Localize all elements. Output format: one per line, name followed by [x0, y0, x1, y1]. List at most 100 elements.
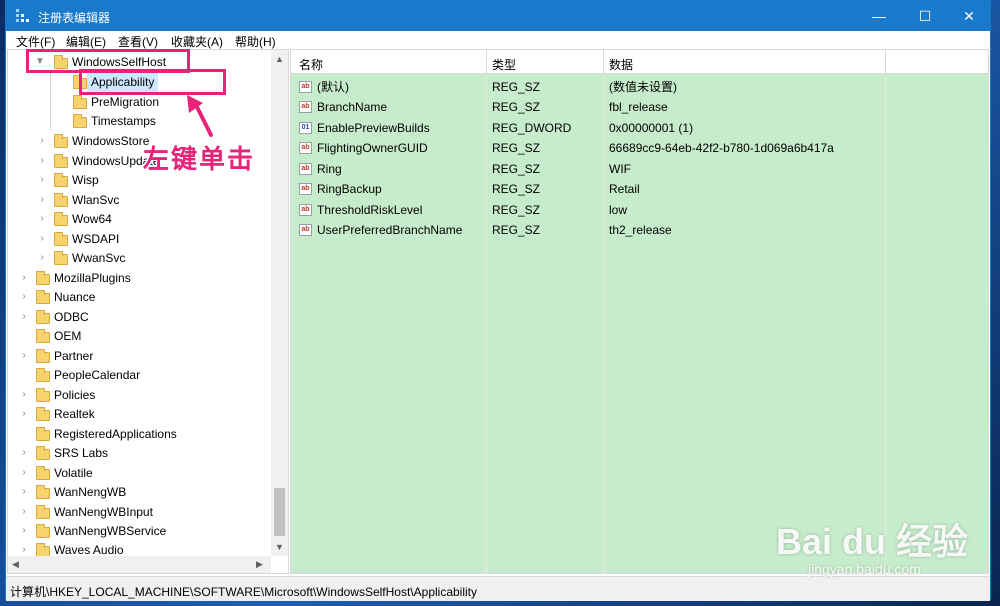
value-data: 66689cc9-64eb-42f2-b780-1d069a6b417a — [609, 141, 834, 155]
chevron-right-icon[interactable]: › — [19, 351, 29, 361]
tree-item-wow64[interactable]: › Wow64 — [8, 209, 270, 229]
tree-item-wannengwbinput[interactable]: › WanNengWBInput — [8, 502, 270, 522]
tree-item-wannengwb[interactable]: › WanNengWB — [8, 482, 270, 502]
value-row-flightingownerguid[interactable]: ab FlightingOwnerGUID REG_SZ 66689cc9-64… — [291, 138, 988, 158]
folder-icon — [36, 505, 50, 519]
folder-icon — [36, 388, 50, 402]
tree-item-peoplecalendar[interactable]: PeopleCalendar — [8, 365, 270, 385]
tree-item-srs-labs[interactable]: › SRS Labs — [8, 443, 270, 463]
folder-icon — [36, 446, 50, 460]
annotation-arrow-icon — [187, 95, 213, 137]
tree-item-partner[interactable]: › Partner — [8, 346, 270, 366]
chevron-right-icon[interactable]: › — [19, 468, 29, 478]
folder-icon — [54, 154, 68, 168]
column-header-type[interactable]: 类型 — [492, 56, 516, 73]
tree-item-oem[interactable]: OEM — [8, 326, 270, 346]
menu-help[interactable]: 帮助(H) — [235, 33, 276, 50]
value-row-branchname[interactable]: ab BranchName REG_SZ fbl_release — [291, 97, 988, 117]
menu-edit[interactable]: 编辑(E) — [66, 33, 106, 50]
list-header: 名称 类型 数据 — [291, 50, 988, 74]
chevron-right-icon[interactable]: › — [19, 312, 29, 322]
tree-item-timestamps[interactable]: Timestamps — [8, 111, 270, 131]
value-data: 0x00000001 (1) — [609, 121, 694, 135]
tree-item-label: Realtek — [54, 407, 95, 421]
column-divider — [486, 50, 487, 74]
maximize-button[interactable]: ☐ — [902, 1, 948, 31]
registry-values-list[interactable]: 名称 类型 数据 ab (默认) REG_SZ (数值未设置) ab Branc… — [290, 49, 989, 575]
value-row-ring[interactable]: ab Ring REG_SZ WIF — [291, 159, 988, 179]
close-button[interactable]: ✕ — [946, 1, 992, 31]
value-name: UserPreferredBranchName — [317, 223, 463, 237]
column-header-name[interactable]: 名称 — [299, 56, 323, 73]
string-value-icon: ab — [299, 101, 312, 113]
value-row-thresholdrisklevel[interactable]: ab ThresholdRiskLevel REG_SZ low — [291, 200, 988, 220]
scroll-up-arrow-icon[interactable]: ▲ — [274, 54, 285, 64]
chevron-right-icon[interactable]: › — [19, 526, 29, 536]
menu-file[interactable]: 文件(F) — [16, 33, 55, 50]
tree-item-wannengwbservice[interactable]: › WanNengWBService — [8, 521, 270, 541]
chevron-right-icon[interactable]: › — [37, 156, 47, 166]
chevron-right-icon[interactable]: › — [37, 175, 47, 185]
value-row-enablepreviewbuilds[interactable]: 01 EnablePreviewBuilds REG_DWORD 0x00000… — [291, 118, 988, 138]
chevron-right-icon[interactable]: › — [19, 448, 29, 458]
value-name: Ring — [317, 162, 342, 176]
chevron-right-icon[interactable]: › — [19, 507, 29, 517]
chevron-right-icon[interactable]: › — [19, 390, 29, 400]
title-bar[interactable]: 注册表编辑器 — ☐ ✕ — [6, 1, 990, 31]
minimize-button[interactable]: — — [856, 1, 902, 31]
chevron-right-icon[interactable]: › — [19, 545, 29, 555]
tree-item-mozillaplugins[interactable]: › MozillaPlugins — [8, 268, 270, 288]
chevron-right-icon[interactable]: › — [37, 234, 47, 244]
folder-icon — [36, 349, 50, 363]
chevron-right-icon[interactable]: › — [19, 409, 29, 419]
column-divider — [885, 50, 886, 74]
value-row-userpreferredbranchname[interactable]: ab UserPreferredBranchName REG_SZ th2_re… — [291, 220, 988, 240]
tree-item-premigration[interactable]: PreMigration — [8, 92, 270, 112]
registry-key-tree[interactable]: ▼ WindowsSelfHost Applicability PreMigra… — [7, 49, 289, 574]
menu-favorites[interactable]: 收藏夹(A) — [171, 33, 223, 50]
chevron-right-icon[interactable]: › — [37, 253, 47, 263]
tree-item-volatile[interactable]: › Volatile — [8, 463, 270, 483]
window-title: 注册表编辑器 — [38, 11, 111, 25]
tree-item-policies[interactable]: › Policies — [8, 385, 270, 405]
value-type: REG_SZ — [492, 182, 541, 196]
chevron-right-icon[interactable]: › — [37, 195, 47, 205]
tree-item-registeredapplications[interactable]: RegisteredApplications — [8, 424, 270, 444]
chevron-right-icon[interactable]: › — [19, 273, 29, 283]
tree-item-wsdapi[interactable]: › WSDAPI — [8, 229, 270, 249]
value-row-default[interactable]: ab (默认) REG_SZ (数值未设置) — [291, 77, 988, 97]
tree-item-label: WSDAPI — [72, 232, 120, 246]
tree-item-realtek[interactable]: › Realtek — [8, 404, 270, 424]
tree-item-nuance[interactable]: › Nuance — [8, 287, 270, 307]
chevron-right-icon[interactable]: › — [19, 292, 29, 302]
menu-view[interactable]: 查看(V) — [118, 33, 158, 50]
column-header-data[interactable]: 数据 — [609, 56, 633, 73]
tree-item-wwansvc[interactable]: › WwanSvc — [8, 248, 270, 268]
tree-item-label: ODBC — [54, 310, 89, 324]
tree-item-odbc[interactable]: › ODBC — [8, 307, 270, 327]
folder-icon — [54, 193, 68, 207]
scroll-down-arrow-icon[interactable]: ▼ — [274, 542, 285, 552]
chevron-right-icon[interactable]: › — [19, 487, 29, 497]
folder-icon — [36, 407, 50, 421]
chevron-right-icon[interactable]: › — [37, 136, 47, 146]
scroll-right-arrow-icon[interactable]: ▶ — [256, 559, 263, 570]
tree-item-label: PreMigration — [91, 95, 160, 109]
string-value-icon: ab — [299, 163, 312, 175]
scroll-left-arrow-icon[interactable]: ◀ — [12, 559, 19, 570]
string-value-icon: ab — [299, 224, 312, 236]
folder-icon — [54, 173, 68, 187]
tree-horizontal-scrollbar[interactable]: ◀ ▶ — [8, 556, 271, 573]
value-type: REG_SZ — [492, 141, 541, 155]
tree-item-label: Wow64 — [72, 212, 112, 226]
value-type: REG_DWORD — [492, 121, 572, 135]
scrollbar-thumb[interactable] — [274, 488, 285, 536]
value-data: fbl_release — [609, 100, 668, 114]
value-row-ringbackup[interactable]: ab RingBackup REG_SZ Retail — [291, 179, 988, 199]
chevron-right-icon[interactable]: › — [37, 214, 47, 224]
tree-item-label: OEM — [54, 329, 82, 343]
tree-vertical-scrollbar[interactable]: ▲ ▼ — [271, 50, 288, 556]
string-value-icon: ab — [299, 81, 312, 93]
value-data: th2_release — [609, 223, 672, 237]
tree-item-wlansvc[interactable]: › WlanSvc — [8, 190, 270, 210]
